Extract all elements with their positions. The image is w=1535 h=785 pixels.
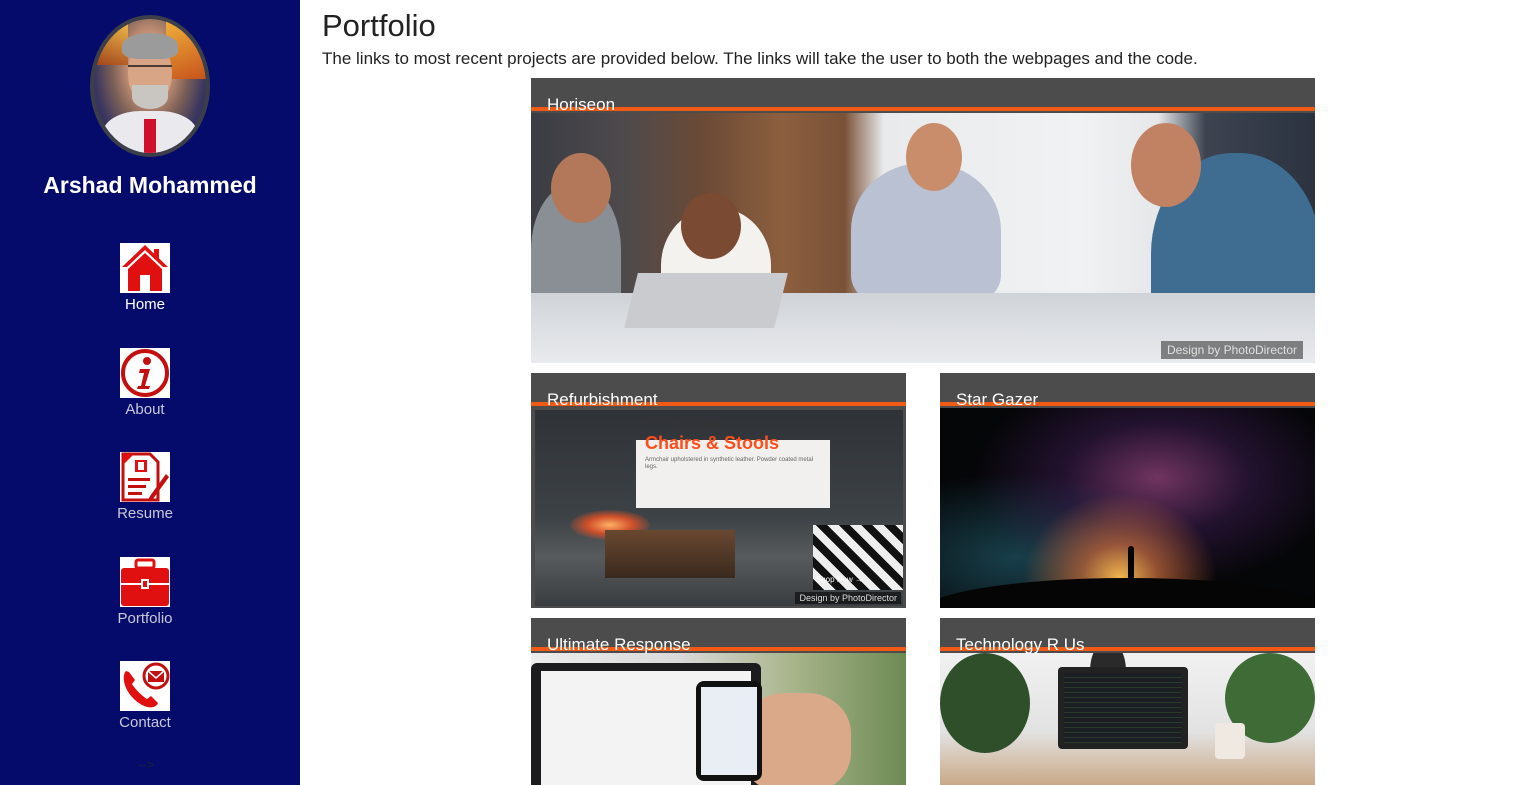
project-title: Ultimate Response [547,635,691,654]
nav-home-link[interactable]: Home [110,243,180,313]
sidebar: Arshad Mohammed Home About Resume Portfo… [0,0,300,785]
project-image [940,408,1315,608]
project-title: Refurbishment [547,390,658,409]
resume-icon [120,452,170,502]
project-title: Technology R Us [956,635,1085,654]
project-image: Design by PhotoDirector [531,113,1315,363]
project-card-refurbishment[interactable]: Refurbishment New Collection Chairs & St… [531,373,906,608]
briefcase-icon [120,557,170,607]
project-image [531,653,906,785]
sidebar-arrow-text: --> [138,757,155,772]
info-icon [120,348,170,398]
nav-home-label: Home [124,296,165,313]
phone-mail-icon [120,661,170,711]
project-card-horiseon[interactable]: Horiseon Design by PhotoDirector [531,78,1315,363]
profile-name: Arshad Mohammed [43,172,257,198]
promo-headline: Chairs & Stools [645,433,780,453]
nav-resume-link[interactable]: Resume [110,452,180,522]
nav-portfolio-link[interactable]: Portfolio [110,557,180,627]
project-title: Horiseon [547,95,616,114]
avatar [90,15,210,157]
home-icon [120,243,170,293]
shop-now-text: Shop Now → [815,575,863,584]
page-title: Portfolio [322,8,436,43]
project-image: New Collection Chairs & Stools Armchair … [535,410,903,606]
promo-small-text: New Collection [645,418,719,430]
profile-photo [94,19,206,153]
promo-subtext: Armchair upholstered in synthetic leathe… [645,457,814,470]
nav-contact-link[interactable]: Contact [110,661,180,731]
project-card-star-gazer[interactable]: Star Gazer [940,373,1315,608]
nav-portfolio-label: Portfolio [117,610,173,627]
accent-bar [531,107,1315,111]
nav-about-link[interactable]: About [110,348,180,418]
project-image [940,653,1315,785]
project-card-technology-r-us[interactable]: Technology R Us [940,618,1315,785]
page-description: The links to most recent projects are pr… [322,49,1198,68]
image-watermark: Design by PhotoDirector [1160,341,1303,359]
image-watermark: Design by PhotoDirector [795,592,901,604]
project-title: Star Gazer [956,390,1039,409]
nav-about-label: About [125,401,165,418]
nav-contact-label: Contact [119,714,171,731]
project-card-ultimate-response[interactable]: Ultimate Response [531,618,906,785]
nav-resume-label: Resume [117,505,173,522]
